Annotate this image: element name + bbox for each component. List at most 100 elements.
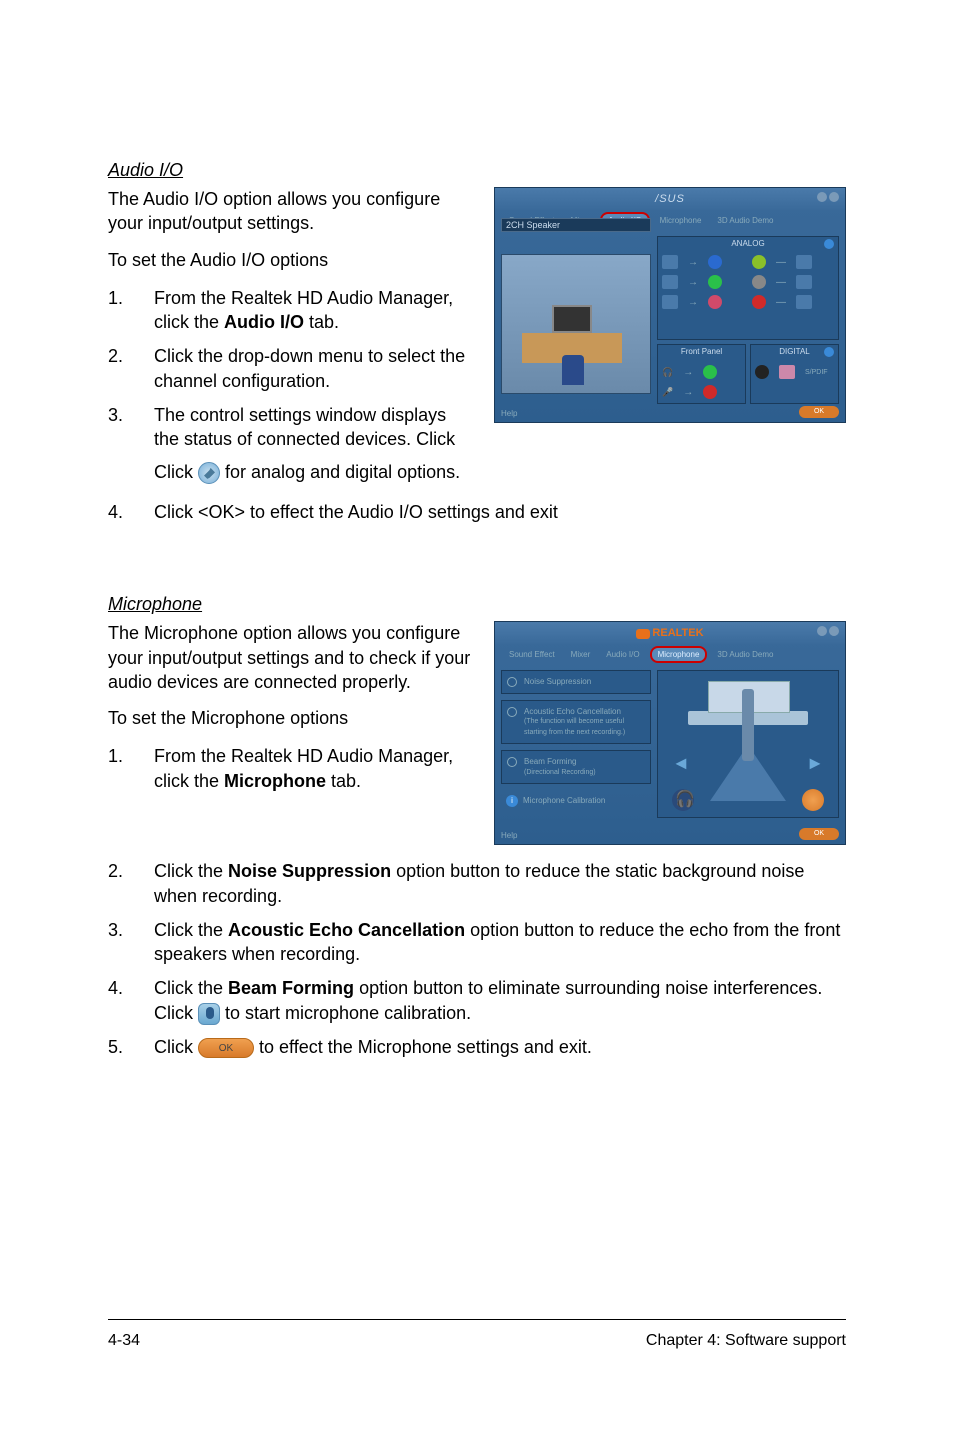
page-footer: 4-34 Chapter 4: Software support bbox=[108, 1319, 846, 1350]
jack-lime[interactable] bbox=[752, 255, 766, 269]
minimize-icon[interactable] bbox=[817, 192, 827, 202]
analog-back-panel: ANALOG →— →— →— bbox=[657, 236, 839, 340]
jack-grey[interactable] bbox=[752, 275, 766, 289]
ok-button[interactable]: OK bbox=[799, 406, 839, 418]
step-bold: Noise Suppression bbox=[228, 861, 391, 881]
jack-green[interactable] bbox=[708, 275, 722, 289]
monitor-graphic bbox=[552, 305, 592, 333]
microphone-intro: The Microphone option allows you configu… bbox=[108, 621, 476, 694]
window-controls[interactable] bbox=[817, 626, 839, 636]
radio-icon[interactable] bbox=[507, 757, 517, 767]
audio-io-intro: The Audio I/O option allows you configur… bbox=[108, 187, 476, 236]
mic-step-3: 3. Click the Acoustic Echo Cancellation … bbox=[108, 918, 846, 967]
radio-icon[interactable] bbox=[507, 707, 517, 717]
step-text: The control settings window displays the… bbox=[154, 405, 455, 449]
step-number: 4. bbox=[108, 500, 154, 524]
jack-pink[interactable] bbox=[708, 295, 722, 309]
option-label: Noise Suppression bbox=[524, 677, 591, 686]
realtek-crab-icon bbox=[636, 629, 650, 639]
step-number: 5. bbox=[108, 1035, 154, 1059]
noise-suppression-option[interactable]: Noise Suppression bbox=[501, 670, 651, 694]
step-text: to start microphone calibration. bbox=[220, 1003, 471, 1023]
page-number: 4-34 bbox=[108, 1332, 140, 1350]
step-number: 2. bbox=[108, 344, 154, 393]
audio-step-4: 4. Click <OK> to effect the Audio I/O se… bbox=[108, 500, 846, 524]
step-text: to effect the Microphone settings and ex… bbox=[254, 1037, 592, 1057]
room-preview bbox=[501, 254, 651, 394]
microphone-heading: Microphone bbox=[108, 594, 846, 615]
step-text: tab. bbox=[326, 771, 361, 791]
panel-title: DIGITAL bbox=[779, 347, 810, 356]
help-link[interactable]: Help bbox=[501, 831, 517, 840]
step-text: tab. bbox=[304, 312, 339, 332]
step-text: for analog and digital options. bbox=[225, 462, 460, 482]
mic-step-5: 5. Click OK to effect the Microphone set… bbox=[108, 1035, 846, 1059]
step-text: Click the bbox=[154, 920, 228, 940]
beam-cone-graphic bbox=[710, 745, 786, 801]
tab-microphone[interactable]: Microphone bbox=[650, 646, 708, 663]
mic-icon bbox=[796, 295, 812, 309]
front-panel: Front Panel 🎧→ 🎤→ bbox=[657, 344, 746, 404]
step-number: 2. bbox=[108, 859, 154, 908]
jack-red[interactable] bbox=[752, 295, 766, 309]
ok-button-graphic: OK bbox=[198, 1038, 254, 1058]
option-label: Microphone Calibration bbox=[523, 796, 605, 805]
info-icon[interactable]: i bbox=[506, 795, 518, 807]
radio-icon[interactable] bbox=[507, 677, 517, 687]
echo-cancellation-option[interactable]: Acoustic Echo Cancellation (The function… bbox=[501, 700, 651, 744]
channel-dropdown[interactable]: 2CH Speaker bbox=[501, 218, 651, 232]
calibrate-button[interactable] bbox=[802, 789, 824, 811]
beam-forming-option[interactable]: Beam Forming (Directional Recording) bbox=[501, 750, 651, 784]
audio-io-subintro: To set the Audio I/O options bbox=[108, 248, 476, 272]
step-text: Click <OK> to effect the Audio I/O setti… bbox=[154, 500, 846, 524]
mic-stand-graphic bbox=[742, 689, 754, 761]
mic-calibration-option[interactable]: i Microphone Calibration bbox=[501, 790, 651, 812]
wrench-icon bbox=[198, 462, 220, 484]
step-number: 3. bbox=[108, 403, 154, 452]
step-bold: Microphone bbox=[224, 771, 326, 791]
jack-front-green[interactable] bbox=[703, 365, 717, 379]
settings-wrench-icon[interactable] bbox=[824, 239, 834, 249]
mic-visual-panel: ◄► 🎧 bbox=[657, 670, 839, 818]
ok-button[interactable]: OK bbox=[799, 828, 839, 840]
settings-wrench-icon[interactable] bbox=[824, 347, 834, 357]
jack-icon bbox=[662, 275, 678, 289]
headphones-button[interactable]: 🎧 bbox=[672, 789, 694, 811]
speaker-icon bbox=[796, 275, 812, 289]
step-text: Click the drop-down menu to select the c… bbox=[154, 344, 476, 393]
tab-3d-audio-demo[interactable]: 3D Audio Demo bbox=[711, 214, 779, 227]
option-label: Acoustic Echo Cancellation bbox=[524, 707, 621, 716]
chair-graphic bbox=[562, 355, 584, 385]
speaker-icon bbox=[796, 255, 812, 269]
mic-step-1: 1. From the Realtek HD Audio Manager, cl… bbox=[108, 744, 476, 793]
close-icon[interactable] bbox=[829, 626, 839, 636]
jack-digital[interactable] bbox=[755, 365, 769, 379]
tab-mixer[interactable]: Mixer bbox=[565, 648, 597, 661]
step-bold: Beam Forming bbox=[228, 978, 354, 998]
mic-calibration-icon bbox=[198, 1003, 220, 1025]
audio-step-3: 3. The control settings window displays … bbox=[108, 403, 476, 452]
tab-audio-io[interactable]: Audio I/O bbox=[600, 648, 645, 661]
tab-microphone[interactable]: Microphone bbox=[654, 214, 708, 227]
close-icon[interactable] bbox=[829, 192, 839, 202]
jack-front-red[interactable] bbox=[703, 385, 717, 399]
mic-step-4: 4. Click the Beam Forming option button … bbox=[108, 976, 846, 1025]
minimize-icon[interactable] bbox=[817, 626, 827, 636]
spdif-icon bbox=[779, 365, 795, 379]
audio-io-screenshot: /SUS Sound Effect Mixer Audio I/O Microp… bbox=[494, 187, 846, 423]
window-controls[interactable] bbox=[817, 192, 839, 202]
step-number: 1. bbox=[108, 744, 154, 793]
help-link[interactable]: Help bbox=[501, 409, 517, 418]
tab-3d-audio-demo[interactable]: 3D Audio Demo bbox=[711, 648, 779, 661]
brand-logo: REALTEK bbox=[636, 627, 703, 639]
step-bold: Audio I/O bbox=[224, 312, 304, 332]
option-label: Beam Forming bbox=[524, 757, 576, 766]
audio-io-heading: Audio I/O bbox=[108, 160, 846, 181]
step-number: 1. bbox=[108, 286, 154, 335]
audio-step-1: 1. From the Realtek HD Audio Manager, cl… bbox=[108, 286, 476, 335]
tab-sound-effect[interactable]: Sound Effect bbox=[503, 648, 561, 661]
jack-blue[interactable] bbox=[708, 255, 722, 269]
digital-panel: DIGITAL S/PDIF bbox=[750, 344, 839, 404]
step-bold: Acoustic Echo Cancellation bbox=[228, 920, 465, 940]
option-sublabel: (The function will become useful startin… bbox=[524, 718, 625, 735]
